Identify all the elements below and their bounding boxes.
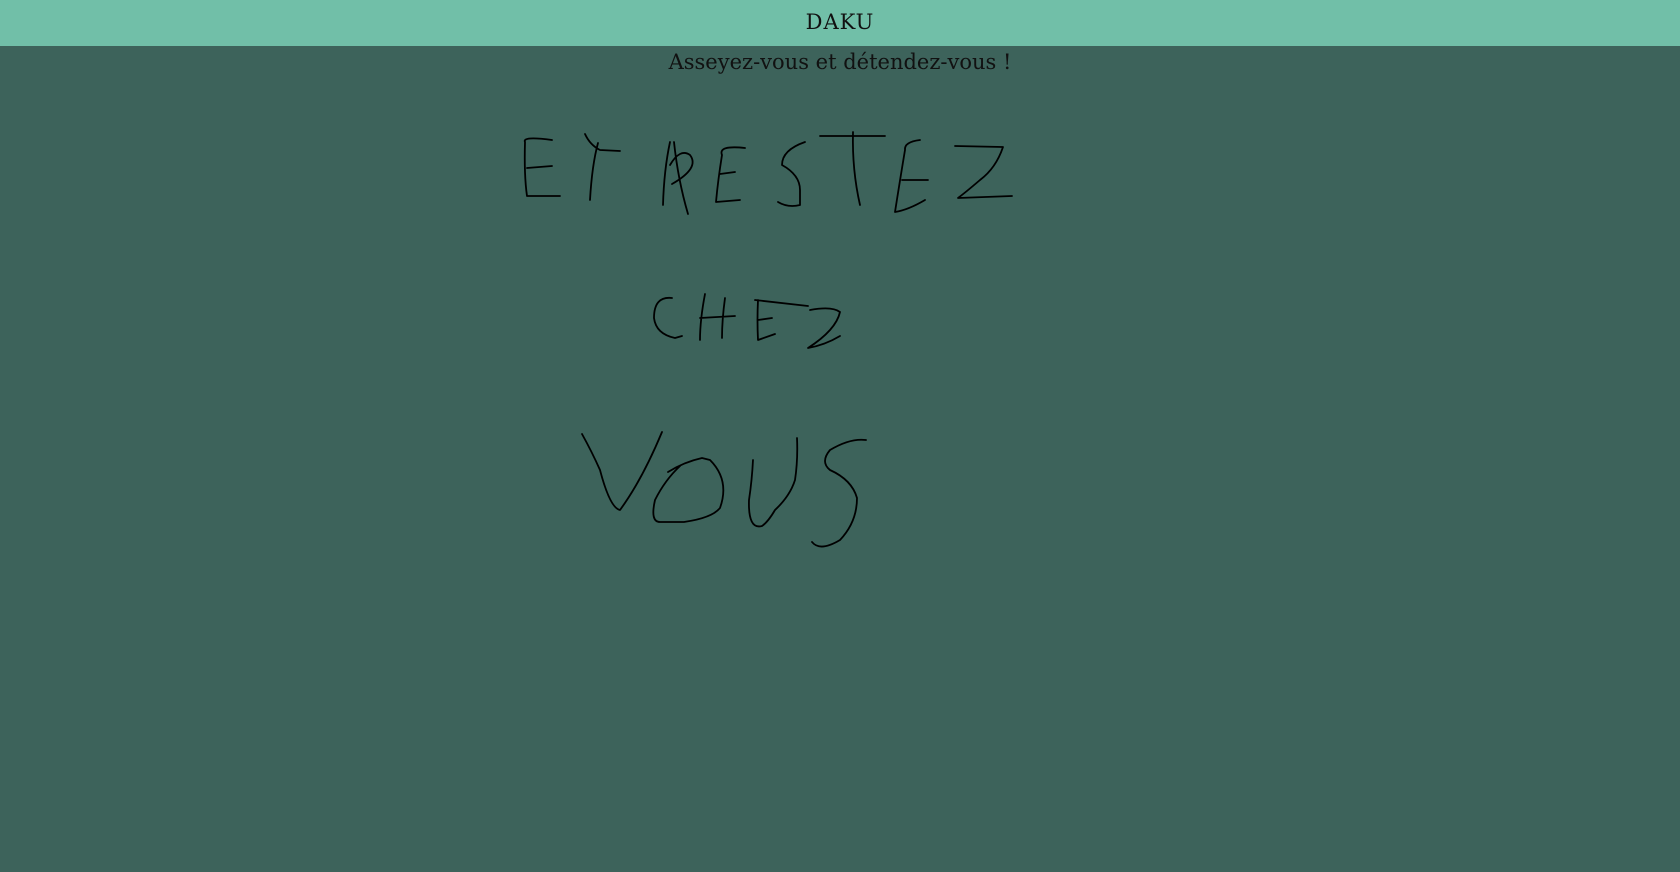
handwritten-line-chez (653, 293, 841, 349)
handwritten-line-et-restez (523, 131, 1013, 215)
handwritten-line-vous (581, 431, 867, 548)
site-title: DAKU (805, 10, 875, 34)
top-banner: DAKU (0, 0, 1680, 46)
handwritten-drawing (523, 131, 1013, 548)
drawing-canvas[interactable] (0, 46, 1680, 872)
